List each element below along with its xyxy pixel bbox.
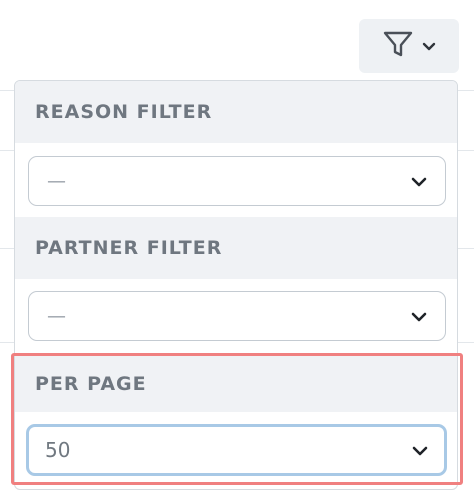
- chevron-down-icon: [411, 307, 427, 326]
- background-divider: [458, 150, 474, 151]
- chevron-down-icon: [422, 37, 436, 56]
- funnel-icon: [382, 28, 414, 64]
- background-divider: [0, 248, 14, 249]
- per-page-select[interactable]: 50: [26, 424, 447, 476]
- partner-filter-value: —: [47, 305, 66, 327]
- chevron-down-icon: [412, 441, 428, 460]
- reason-filter-header: REASON FILTER: [15, 81, 457, 143]
- background-divider: [0, 90, 14, 91]
- per-page-value: 50: [45, 438, 71, 462]
- background-divider: [0, 150, 14, 151]
- reason-filter-value: —: [47, 170, 66, 192]
- background-divider: [458, 248, 474, 249]
- background-divider: [458, 90, 474, 91]
- filter-dropdown-panel: REASON FILTER — PARTNER FILTER — PER PAG…: [14, 80, 458, 490]
- background-divider: [0, 342, 14, 343]
- per-page-header: PER PAGE: [15, 356, 457, 412]
- partner-filter-header: PARTNER FILTER: [15, 217, 457, 279]
- reason-filter-select[interactable]: —: [28, 156, 446, 206]
- reason-filter-label: REASON FILTER: [35, 101, 213, 123]
- filter-toggle-button[interactable]: [359, 19, 459, 73]
- background-divider: [458, 342, 474, 343]
- chevron-down-icon: [411, 172, 427, 191]
- partner-filter-label: PARTNER FILTER: [35, 237, 223, 259]
- per-page-label: PER PAGE: [35, 373, 147, 395]
- partner-filter-select[interactable]: —: [28, 291, 446, 341]
